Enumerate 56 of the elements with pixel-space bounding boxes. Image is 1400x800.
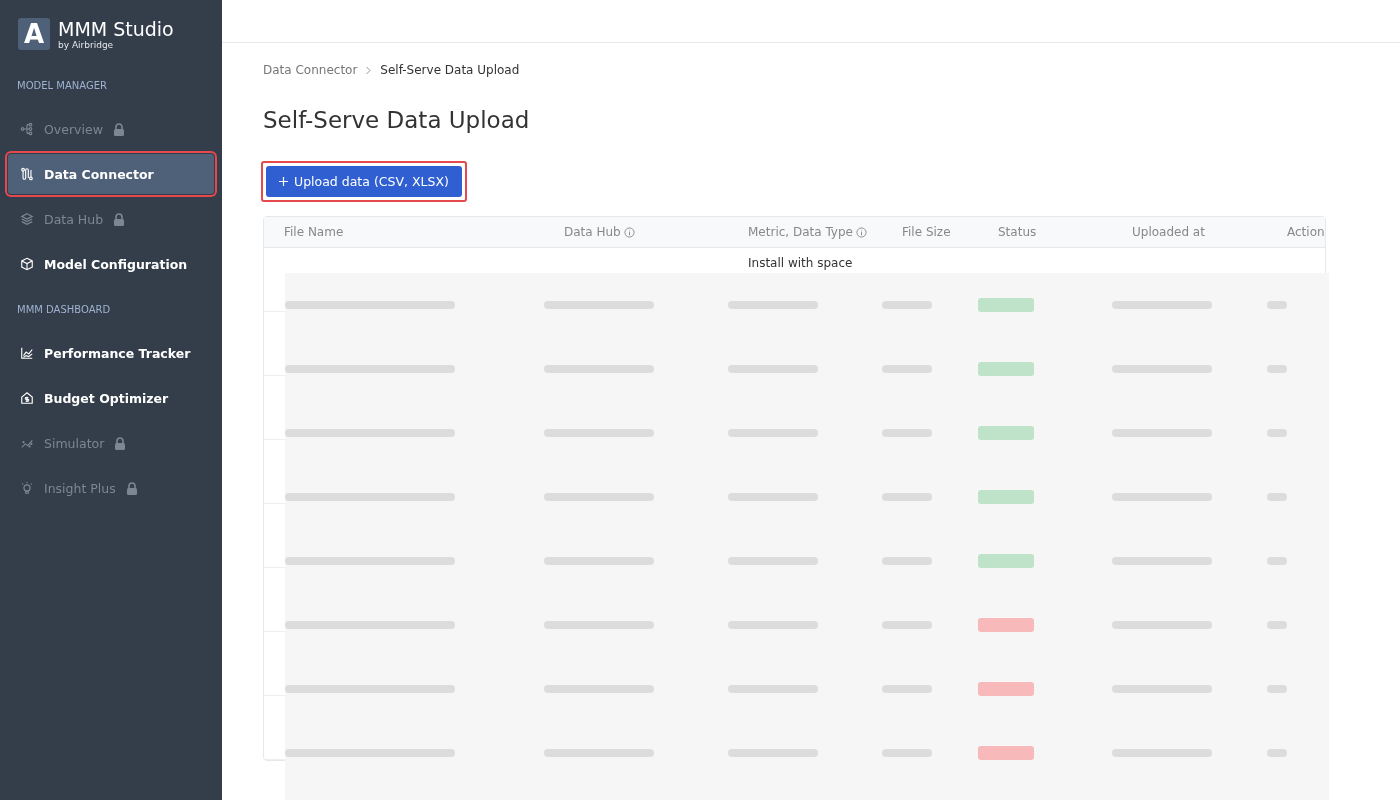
lock-icon bbox=[125, 481, 138, 495]
sidebar-item[interactable]: Budget Optimizer bbox=[8, 378, 214, 418]
sidebar-item[interactable]: Insight Plus bbox=[8, 468, 214, 508]
blurred-text bbox=[1267, 429, 1287, 437]
sidebar-item[interactable]: Simulator bbox=[8, 423, 214, 463]
column-header: Action bbox=[1287, 225, 1325, 239]
page-title: Self-Serve Data Upload bbox=[263, 107, 531, 133]
cube-icon bbox=[20, 257, 34, 271]
lock-icon bbox=[114, 436, 127, 450]
info-icon bbox=[855, 226, 867, 238]
logo-icon: A bbox=[18, 18, 50, 50]
sidebar-item[interactable]: Performance Tracker bbox=[8, 333, 214, 373]
column-header: Metric, Data Type bbox=[748, 225, 853, 239]
blurred-text bbox=[1267, 685, 1287, 693]
blurred-text bbox=[1267, 301, 1287, 309]
blurred-text bbox=[882, 621, 932, 629]
brand-name: MMM Studio bbox=[58, 18, 174, 40]
lock-icon bbox=[113, 212, 126, 226]
blurred-text bbox=[882, 301, 932, 309]
layers-icon bbox=[20, 212, 34, 226]
chevron-right-icon bbox=[365, 65, 373, 75]
blurred-text bbox=[1267, 365, 1287, 373]
blurred-text bbox=[882, 685, 932, 693]
blurred-text bbox=[1267, 557, 1287, 565]
blurred-text bbox=[1267, 493, 1287, 501]
column-header: Uploaded at bbox=[1132, 225, 1205, 239]
sidebar-item[interactable]: Overview bbox=[8, 109, 214, 149]
plus-icon bbox=[279, 177, 288, 186]
sidebar-item[interactable]: Data Hub bbox=[8, 199, 214, 239]
column-header: Data Hub bbox=[564, 225, 621, 239]
upload-button[interactable]: Upload data (CSV, XLSX) bbox=[266, 166, 462, 197]
blurred-text bbox=[882, 493, 932, 501]
column-header: File Size bbox=[902, 225, 951, 239]
section-heading: MMM DASHBOARD bbox=[16, 304, 112, 315]
blurred-text bbox=[1267, 749, 1287, 757]
table-cell-text: Install with space bbox=[748, 255, 854, 270]
breadcrumb-current: Self-Serve Data Upload bbox=[380, 63, 520, 77]
info-icon bbox=[623, 226, 635, 238]
section-heading: MODEL MANAGER bbox=[16, 80, 108, 91]
line-chart-icon bbox=[20, 346, 34, 360]
lightbulb-icon bbox=[20, 481, 34, 495]
lock-icon bbox=[112, 122, 125, 136]
column-header: File Name bbox=[284, 225, 344, 239]
blurred-text bbox=[882, 749, 932, 757]
breadcrumb-link[interactable]: Data Connector bbox=[263, 63, 358, 77]
blurred-text bbox=[1267, 621, 1287, 629]
tree-icon bbox=[20, 122, 34, 136]
dollar-house-icon bbox=[20, 391, 34, 405]
blurred-text bbox=[882, 429, 932, 437]
brand-byline: by Airbridge bbox=[58, 40, 115, 50]
route-icon bbox=[20, 167, 34, 181]
sidebar-item[interactable]: Data Connector bbox=[8, 154, 214, 194]
sidebar-item[interactable]: Model Configuration bbox=[8, 244, 214, 284]
blurred-text bbox=[882, 557, 932, 565]
column-header: Status bbox=[998, 225, 1037, 239]
blurred-text bbox=[882, 365, 932, 373]
